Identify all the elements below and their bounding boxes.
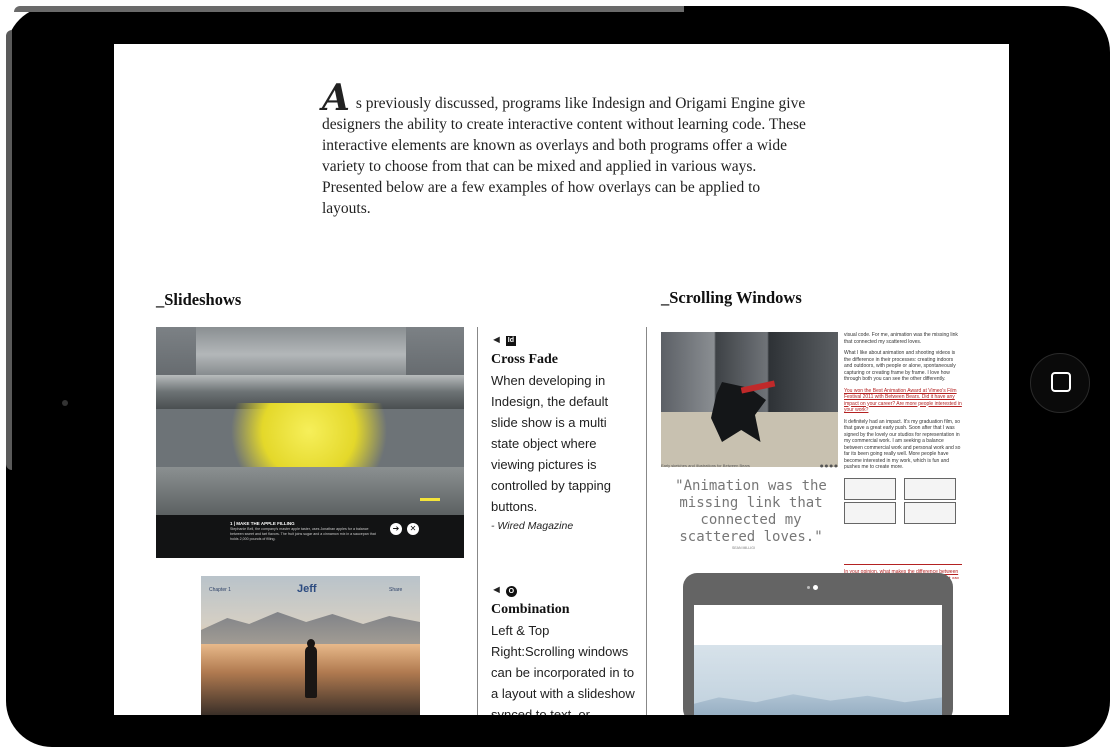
animation-illustration: [661, 332, 838, 467]
slide-caption-bar: 1 | MAKE THE APPLE FILLING Stephanie Bel…: [156, 515, 464, 558]
slideshows-heading: _Slideshows: [156, 290, 242, 309]
sketch-frame: [904, 478, 956, 500]
slide-caption-text: Stephanie Bell, the company's master app…: [230, 527, 376, 541]
page-dots-icon[interactable]: ● ● ● ●: [820, 463, 838, 468]
machine-frame: [196, 327, 406, 382]
scrolling-windows-heading: _Scrolling Windows: [661, 288, 802, 307]
home-button[interactable]: [1030, 353, 1090, 413]
cross-fade-icons: ◄ Id: [491, 334, 636, 348]
scroll-question: You won the Best Animation Award at Vime…: [844, 387, 962, 414]
intro-text: s previously discussed, programs like In…: [322, 95, 806, 217]
tablet-screen: A s previously discussed, programs like …: [114, 44, 1009, 715]
indesign-icon: Id: [505, 336, 516, 346]
mockup-sensor: [807, 586, 810, 589]
share-label[interactable]: Share: [389, 587, 402, 593]
jeff-lake-slideshow[interactable]: Chapter 1 Jeff Share: [201, 576, 420, 715]
cross-fade-body: When developing in Indesign, the default…: [491, 373, 611, 514]
sketch-frame: [844, 478, 896, 500]
tablet-mockup: [683, 573, 953, 715]
combination-title: Combination: [491, 602, 570, 617]
scroll-answer: It definitely had an impact. It's my gra…: [844, 418, 961, 471]
quote-credit: SEAN MILLIGI: [732, 546, 755, 550]
chapter-label[interactable]: Chapter 1: [209, 587, 231, 593]
cross-fade-title: Cross Fade: [491, 352, 559, 367]
close-icon[interactable]: ✕: [407, 523, 419, 535]
sketch-frame: [844, 502, 896, 524]
scroll-paragraph: What I like about animation and shooting…: [844, 350, 956, 382]
mockup-camera: [813, 585, 818, 590]
apple-pieces: [214, 403, 404, 473]
combination-description: ◄ O Combination Left & Top Right:Scrollin…: [491, 584, 636, 715]
column-divider: [646, 327, 647, 715]
left-arrow-icon: ◄: [491, 584, 502, 596]
slide-caption-title: 1 | MAKE THE APPLE FILLING: [230, 521, 295, 526]
pull-quote: "Animation was the missing link that con…: [675, 478, 827, 545]
scroll-paragraph: visual code. For me, animation was the m…: [844, 332, 958, 345]
mockup-sky: [694, 645, 942, 705]
column-divider: [477, 327, 478, 715]
mockup-screen: [694, 605, 942, 715]
slide-top-bar: Chapter 1 Jeff Share: [201, 576, 420, 606]
bezel-edge-highlight: [6, 30, 12, 470]
conveyor-belt: [156, 467, 464, 517]
combination-icons: ◄ O: [491, 584, 636, 598]
intro-paragraph: A s previously discussed, programs like …: [322, 80, 807, 219]
sketch-frame: [904, 502, 956, 524]
origami-icon: O: [505, 586, 517, 597]
storyboard-sketches: [844, 478, 962, 526]
cross-fade-description: ◄ Id Cross Fade When developing in Indesi…: [491, 334, 636, 535]
illustration-caption: Early sketches and illustrations for Bet…: [661, 463, 750, 468]
combination-body: Left & Top Right:Scrolling windows can b…: [491, 623, 635, 715]
home-square-icon: [1051, 372, 1071, 392]
progress-accent: [420, 498, 440, 501]
person-silhouette: [305, 646, 317, 698]
camera-dot: [62, 400, 68, 406]
next-arrow-icon[interactable]: ➔: [390, 523, 402, 535]
left-arrow-icon: ◄: [491, 334, 502, 346]
bezel-highlight: [14, 6, 684, 12]
apple-filling-slideshow[interactable]: 1 | MAKE THE APPLE FILLING Stephanie Bel…: [156, 327, 464, 558]
slide-title: Jeff: [297, 583, 317, 595]
drop-cap: A: [322, 77, 350, 119]
cross-fade-source: - Wired Magazine: [491, 520, 574, 532]
